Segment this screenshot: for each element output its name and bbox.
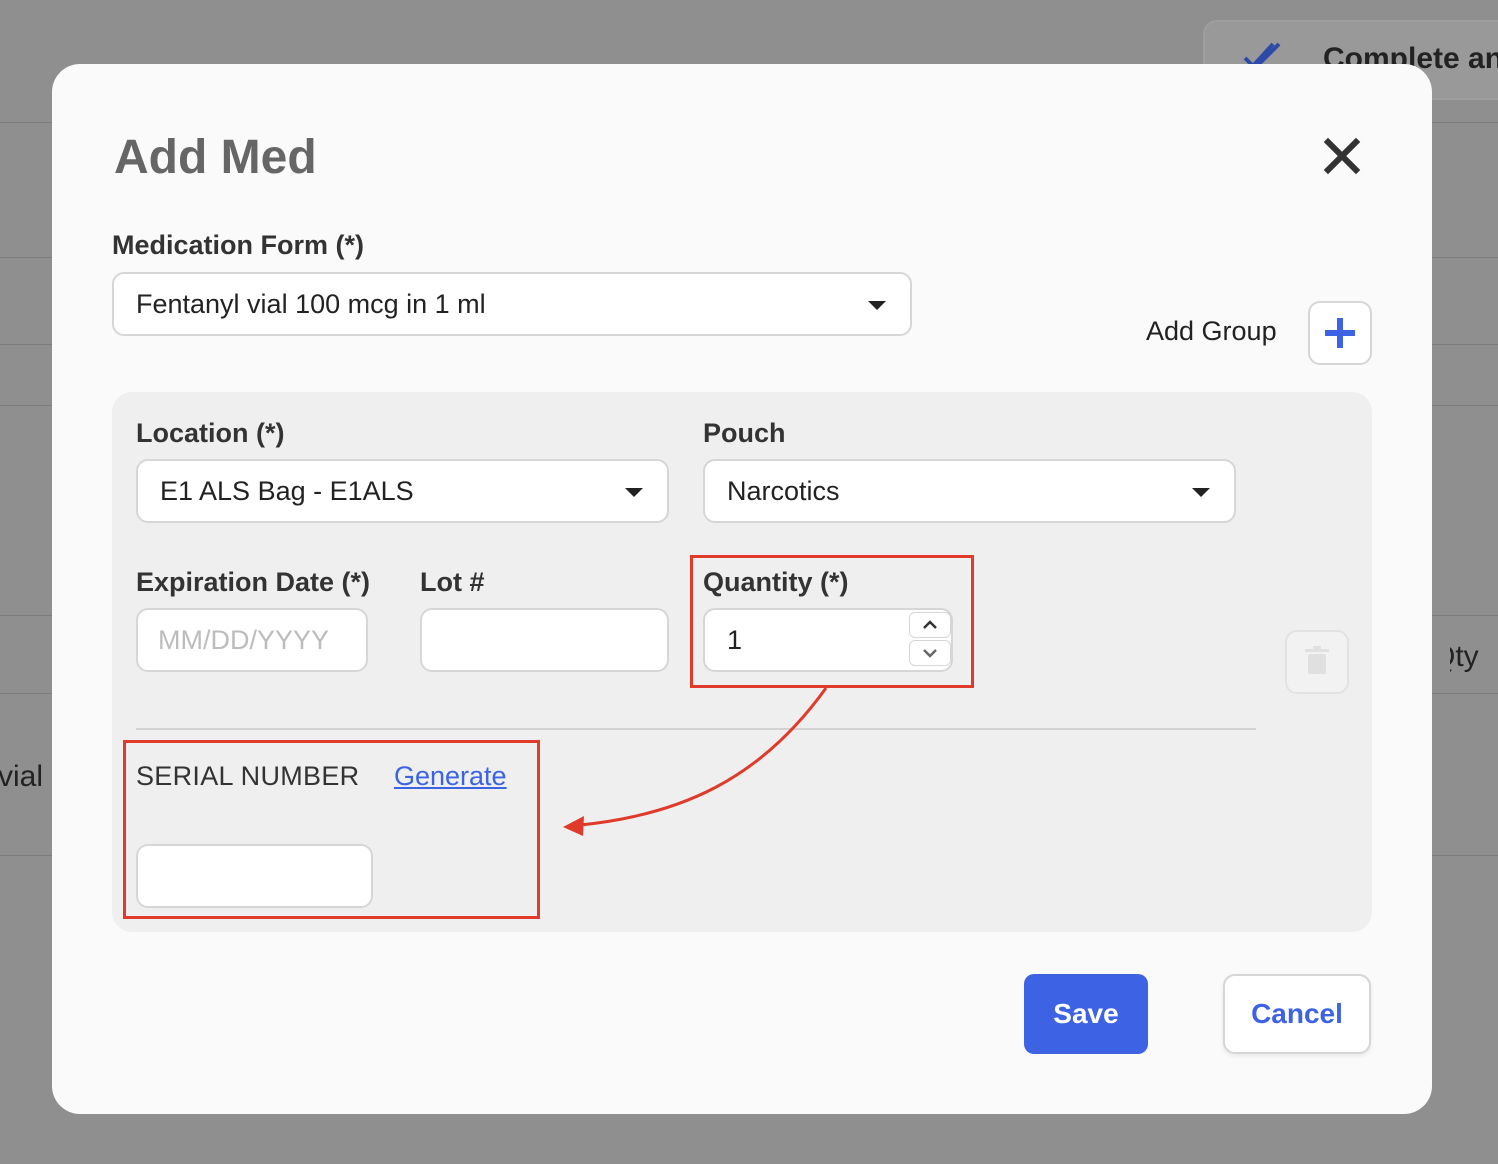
plus-icon	[1325, 318, 1355, 348]
serial-number-highlight-box	[123, 740, 540, 919]
modal-title: Add Med	[114, 131, 317, 184]
location-select[interactable]: E1 ALS Bag - E1ALS	[136, 459, 669, 523]
add-group-button[interactable]	[1308, 301, 1372, 365]
caret-down-icon	[625, 488, 643, 497]
caret-down-icon	[868, 301, 886, 310]
caret-down-icon	[1192, 488, 1210, 497]
background-qty-header: Qty	[1432, 640, 1479, 673]
add-group-label: Add Group	[1146, 316, 1277, 346]
medication-form-value: Fentanyl vial 100 mcg in 1 ml	[136, 289, 486, 319]
location-label: Location (*)	[136, 418, 285, 448]
trash-icon	[1305, 646, 1329, 674]
cancel-button[interactable]: Cancel	[1223, 974, 1371, 1054]
save-button[interactable]: Save	[1024, 974, 1148, 1054]
group-divider	[136, 728, 1256, 730]
medication-form-label: Medication Form (*)	[112, 230, 365, 260]
pouch-label: Pouch	[703, 418, 786, 448]
expiration-date-label: Expiration Date (*)	[136, 567, 371, 597]
expiration-date-placeholder: MM/DD/YYYY	[158, 625, 330, 655]
pouch-select[interactable]: Narcotics	[703, 459, 1236, 523]
medication-form-select[interactable]: Fentanyl vial 100 mcg in 1 ml	[112, 272, 912, 336]
location-value: E1 ALS Bag - E1ALS	[160, 476, 414, 506]
lot-label: Lot #	[420, 567, 485, 597]
quantity-highlight-box	[690, 555, 974, 688]
expiration-date-input[interactable]: MM/DD/YYYY	[136, 608, 368, 672]
delete-group-button[interactable]	[1285, 630, 1349, 694]
pouch-value: Narcotics	[727, 476, 840, 506]
lot-input[interactable]	[420, 608, 669, 672]
close-icon[interactable]	[1320, 134, 1364, 178]
